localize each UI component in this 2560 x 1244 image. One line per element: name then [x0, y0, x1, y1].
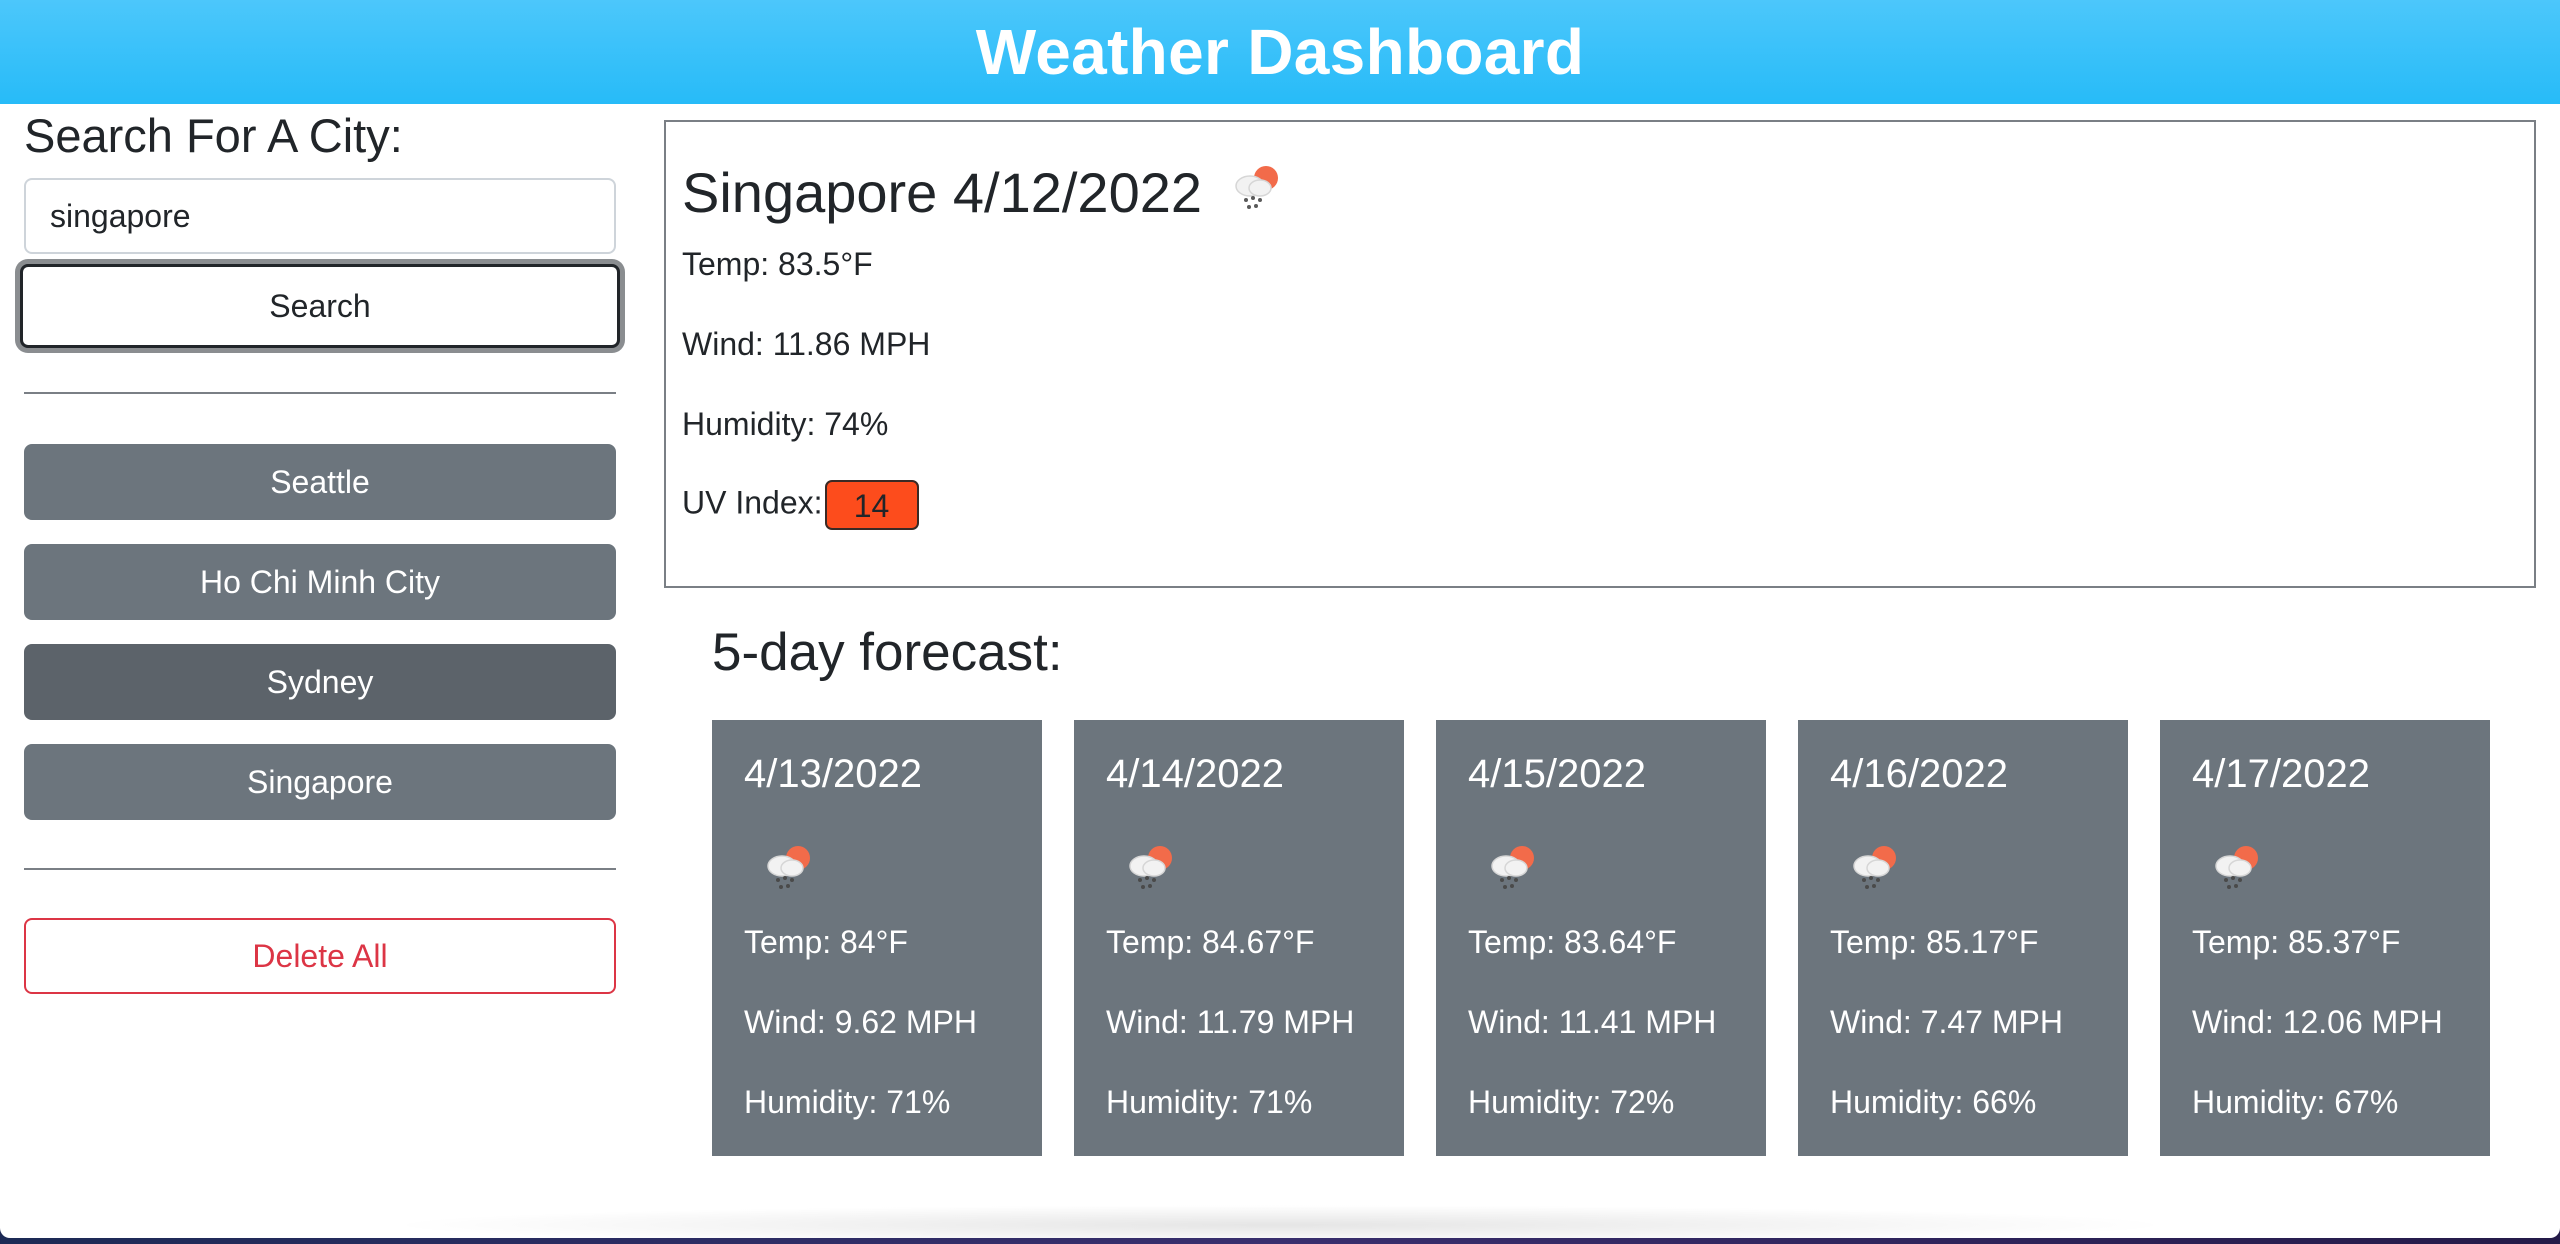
- current-temp: Temp: 83.5°F: [682, 246, 873, 282]
- current-city-date: Singapore 4/12/2022: [682, 161, 1202, 224]
- search-heading: Search For A City:: [24, 109, 403, 162]
- cloud-rain-sun-icon: [760, 838, 816, 899]
- uv-index-badge: 14: [824, 480, 919, 530]
- page-shadow: [380, 1205, 2180, 1244]
- search-button[interactable]: Search: [20, 264, 620, 348]
- cloud-rain-sun-icon: [1484, 838, 1540, 899]
- page: Weather Dashboard Search For A City: Sea…: [0, 0, 2560, 1238]
- forecast-date: 4/15/2022: [1468, 752, 1646, 796]
- current-weather-title: Singapore 4/12/2022: [682, 158, 1284, 227]
- cloud-rain-sun-icon: [1846, 838, 1902, 899]
- forecast-humidity: Humidity: 71%: [1106, 1084, 1313, 1120]
- app-title: Weather Dashboard: [975, 16, 1585, 88]
- divider: [24, 392, 616, 394]
- history-city-button[interactable]: Ho Chi Minh City: [24, 544, 616, 620]
- forecast-temp: Temp: 85.37°F: [2192, 924, 2401, 960]
- forecast-wind: Wind: 12.06 MPH: [2192, 1004, 2443, 1040]
- current-weather-card: Singapore 4/12/2022 Temp: 83.5°F Wind: 1…: [664, 120, 2536, 588]
- forecast-wind: Wind: 11.41 MPH: [1468, 1004, 1717, 1040]
- divider: [24, 868, 616, 870]
- forecast-card: 4/17/2022 Temp: 85.37°F Wind: 12.06 MPH …: [2160, 720, 2490, 1156]
- forecast-humidity: Humidity: 72%: [1468, 1084, 1675, 1120]
- forecast-humidity: Humidity: 67%: [2192, 1084, 2399, 1120]
- forecast-date: 4/13/2022: [744, 752, 922, 796]
- uv-label: UV Index:: [682, 484, 823, 521]
- forecast-temp: Temp: 83.64°F: [1468, 924, 1677, 960]
- forecast-date: 4/17/2022: [2192, 752, 2370, 796]
- forecast-humidity: Humidity: 66%: [1830, 1084, 2037, 1120]
- history-city-button[interactable]: Sydney: [24, 644, 616, 720]
- cloud-rain-sun-icon: [1122, 838, 1178, 899]
- forecast-wind: Wind: 7.47 MPH: [1830, 1004, 2063, 1040]
- forecast-temp: Temp: 85.17°F: [1830, 924, 2039, 960]
- current-humidity: Humidity: 74%: [682, 406, 889, 442]
- forecast-wind: Wind: 9.62 MPH: [744, 1004, 977, 1040]
- history-city-button[interactable]: Seattle: [24, 444, 616, 520]
- forecast-card: 4/15/2022 Temp: 83.64°F Wind: 11.41 MPH …: [1436, 720, 1766, 1156]
- cloud-rain-sun-icon: [1228, 158, 1284, 227]
- forecast-wind: Wind: 11.79 MPH: [1106, 1004, 1355, 1040]
- forecast-temp: Temp: 84.67°F: [1106, 924, 1315, 960]
- forecast-temp: Temp: 84°F: [744, 924, 908, 960]
- forecast-humidity: Humidity: 71%: [744, 1084, 951, 1120]
- current-wind: Wind: 11.86 MPH: [682, 326, 931, 362]
- forecast-heading: 5-day forecast:: [712, 623, 1063, 682]
- forecast-date: 4/14/2022: [1106, 752, 1284, 796]
- forecast-date: 4/16/2022: [1830, 752, 2008, 796]
- forecast-card: 4/16/2022 Temp: 85.17°F Wind: 7.47 MPH H…: [1798, 720, 2128, 1156]
- current-uv: UV Index: 14: [682, 480, 919, 530]
- header-bar: Weather Dashboard: [0, 0, 2560, 104]
- forecast-card: 4/14/2022 Temp: 84.67°F Wind: 11.79 MPH …: [1074, 720, 1404, 1156]
- delete-all-button[interactable]: Delete All: [24, 918, 616, 994]
- history-city-button[interactable]: Singapore: [24, 744, 616, 820]
- forecast-card: 4/13/2022 Temp: 84°F Wind: 9.62 MPH Humi…: [712, 720, 1042, 1156]
- city-search-input[interactable]: [24, 178, 616, 254]
- cloud-rain-sun-icon: [2208, 838, 2264, 899]
